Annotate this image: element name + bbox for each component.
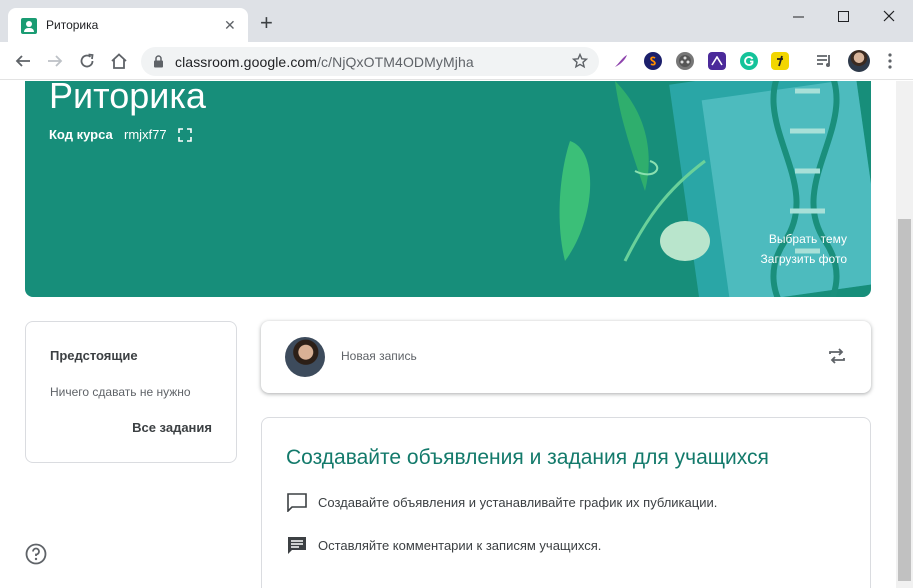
grammarly-icon[interactable] (740, 52, 758, 70)
info-title: Создавайте объявления и задания для учащ… (286, 446, 769, 469)
classroom-favicon-icon (21, 18, 37, 34)
info-item-text: Оставляйте комментарии к записям учащихс… (318, 537, 602, 553)
all-assignments-link[interactable]: Все задания (132, 420, 212, 435)
upload-photo-link[interactable]: Загрузить фото (761, 252, 847, 266)
choose-theme-link[interactable]: Выбрать тему (769, 232, 847, 246)
url-path: /c/NjQxOTM4ODMyMjha (317, 54, 474, 70)
more-menu-icon[interactable] (881, 52, 899, 70)
fullscreen-icon[interactable] (178, 128, 192, 142)
upcoming-title: Предстоящие (50, 348, 138, 363)
info-card: Создавайте объявления и задания для учащ… (261, 417, 871, 588)
new-post-input[interactable]: Новая запись (341, 349, 417, 363)
course-code-label: Код курса (49, 127, 113, 142)
s-extension-icon[interactable] (644, 52, 662, 70)
close-window-button[interactable] (866, 2, 912, 30)
avatar (285, 337, 325, 377)
page-content: Риторика Код курса rmjxf77 Выбрать тему … (0, 81, 896, 588)
feather-extension-icon[interactable] (612, 52, 630, 70)
purple-extension-icon[interactable] (708, 52, 726, 70)
tab-close-icon[interactable]: ✕ (224, 17, 236, 33)
lock-icon[interactable] (153, 55, 164, 68)
minimize-button[interactable] (775, 2, 821, 30)
info-item: Оставляйте комментарии к записям учащихс… (286, 535, 601, 555)
home-icon[interactable] (108, 50, 130, 72)
browser-titlebar: Риторика ✕ + (0, 0, 913, 42)
url-host: classroom.google.com (175, 54, 318, 70)
profile-avatar[interactable] (848, 50, 870, 72)
tab-title: Риторика (46, 18, 99, 32)
browser-toolbar: classroom.google.com/c/NjQxOTM4ODMyMjha (0, 42, 913, 80)
scrollbar-thumb[interactable] (898, 219, 911, 581)
reload-icon[interactable] (76, 50, 98, 72)
maximize-button[interactable] (820, 2, 866, 30)
comment-icon (287, 493, 307, 512)
comments-list-icon (288, 537, 306, 554)
upcoming-card: Предстоящие Ничего сдавать не нужно Все … (25, 321, 237, 463)
new-tab-icon[interactable]: + (260, 12, 273, 34)
page-scrollbar[interactable] (896, 81, 913, 588)
help-icon[interactable] (25, 543, 47, 565)
browser-tab[interactable]: Риторика ✕ (8, 8, 248, 42)
bookmark-star-icon[interactable] (572, 53, 588, 69)
address-bar[interactable]: classroom.google.com/c/NjQxOTM4ODMyMjha (141, 47, 599, 76)
yellow-extension-icon[interactable] (771, 52, 789, 70)
back-icon[interactable] (12, 50, 34, 72)
course-code: rmjxf77 (124, 127, 167, 142)
media-queue-icon[interactable] (816, 52, 834, 70)
info-item: Создавайте объявления и устанавливайте г… (286, 492, 717, 512)
url-text[interactable]: classroom.google.com/c/NjQxOTM4ODMyMjha (175, 54, 474, 70)
info-item-text: Создавайте объявления и устанавливайте г… (318, 494, 718, 510)
course-title: Риторика (49, 81, 206, 116)
upcoming-empty-text: Ничего сдавать не нужно (50, 385, 191, 399)
forward-icon[interactable] (44, 50, 66, 72)
film-reel-extension-icon[interactable] (676, 52, 694, 70)
course-banner: Риторика Код курса rmjxf77 Выбрать тему … (25, 81, 871, 297)
new-post-card[interactable]: Новая запись (261, 321, 871, 393)
repost-icon[interactable] (827, 346, 847, 366)
